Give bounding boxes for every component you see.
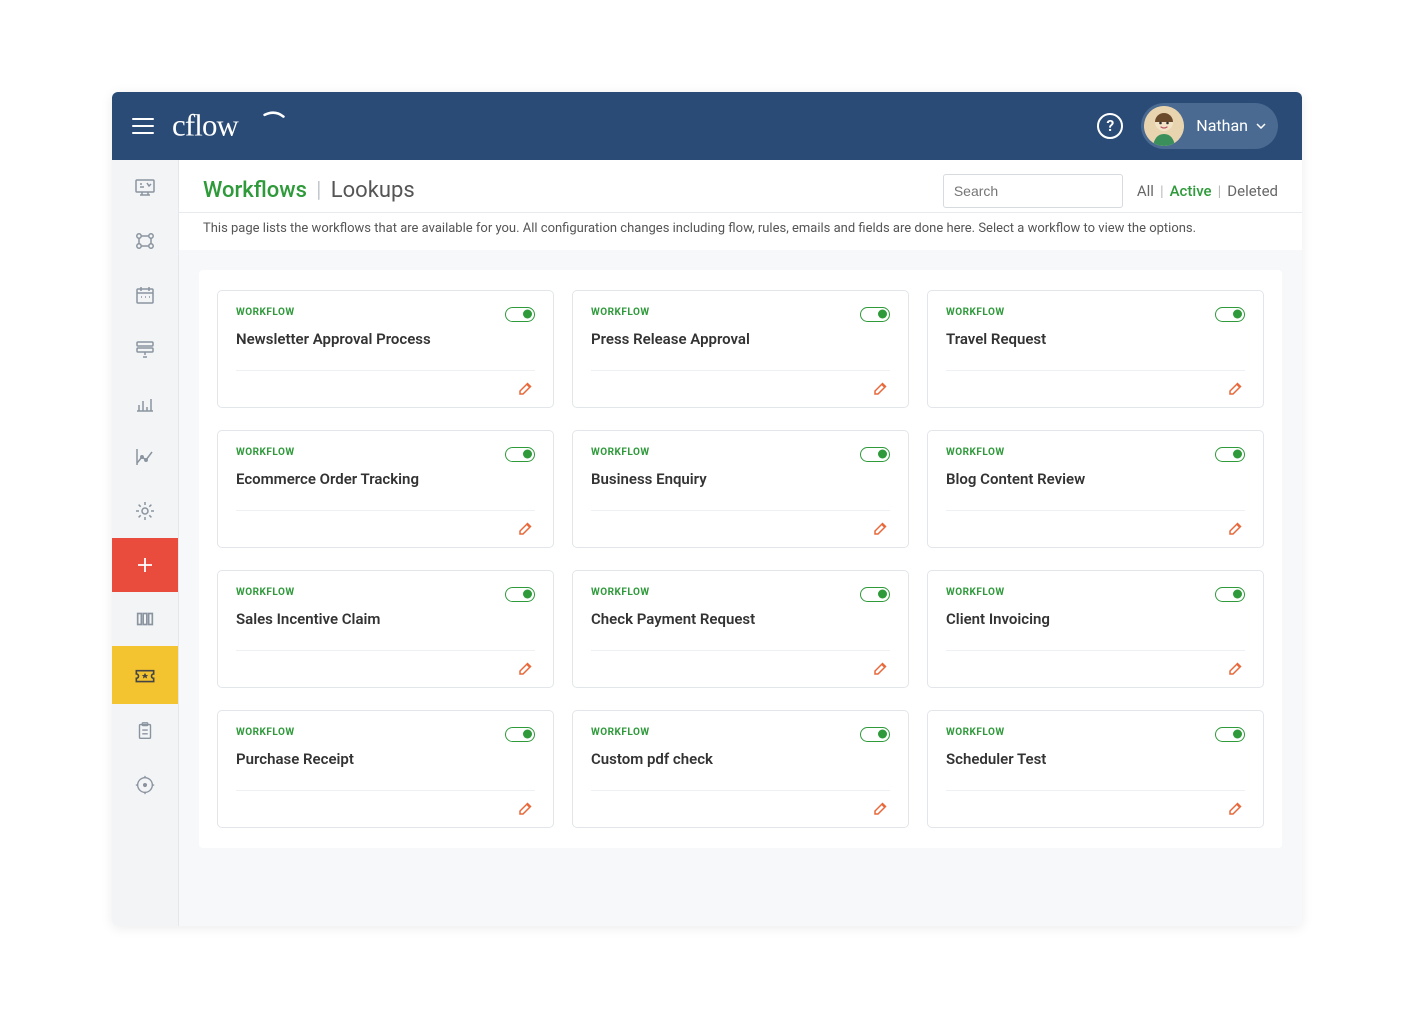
- sidebar-add[interactable]: [112, 538, 178, 592]
- workflow-name: Custom pdf check: [591, 750, 890, 768]
- menu-toggle[interactable]: [132, 115, 154, 137]
- workflow-name: Sales Incentive Claim: [236, 610, 535, 628]
- workflow-card[interactable]: WORKFLOW Business Enquiry: [572, 430, 909, 548]
- sidebar-columns[interactable]: [112, 592, 178, 646]
- workflow-card[interactable]: WORKFLOW Ecommerce Order Tracking: [217, 430, 554, 548]
- workflow-toggle[interactable]: [860, 727, 890, 742]
- sidebar: [112, 160, 179, 926]
- workflow-card[interactable]: WORKFLOW Client Invoicing: [927, 570, 1264, 688]
- help-button[interactable]: ?: [1097, 113, 1123, 139]
- workflow-toggle[interactable]: [1215, 447, 1245, 462]
- edit-icon[interactable]: [872, 519, 890, 537]
- workflow-name: Travel Request: [946, 330, 1245, 348]
- filter-all[interactable]: All: [1137, 182, 1154, 200]
- workflow-card[interactable]: WORKFLOW Newsletter Approval Process: [217, 290, 554, 408]
- workflow-toggle[interactable]: [505, 447, 535, 462]
- workflow-card[interactable]: WORKFLOW Blog Content Review: [927, 430, 1264, 548]
- workflow-toggle[interactable]: [860, 587, 890, 602]
- search-input[interactable]: [954, 183, 1135, 199]
- workflow-toggle[interactable]: [860, 307, 890, 322]
- card-type-label: WORKFLOW: [591, 727, 650, 738]
- edit-icon[interactable]: [517, 659, 535, 677]
- filter-deleted[interactable]: Deleted: [1227, 182, 1278, 200]
- card-type-label: WORKFLOW: [946, 727, 1005, 738]
- workflow-toggle[interactable]: [1215, 727, 1245, 742]
- workflow-card[interactable]: WORKFLOW Press Release Approval: [572, 290, 909, 408]
- workflow-toggle[interactable]: [505, 587, 535, 602]
- filter-active[interactable]: Active: [1170, 182, 1212, 200]
- card-type-label: WORKFLOW: [236, 727, 295, 738]
- workflow-grid: WORKFLOWNewsletter Approval ProcessWORKF…: [199, 270, 1282, 848]
- card-type-label: WORKFLOW: [591, 587, 650, 598]
- page-description: This page lists the workflows that are a…: [179, 213, 1302, 250]
- edit-icon[interactable]: [1227, 519, 1245, 537]
- edit-icon[interactable]: [517, 519, 535, 537]
- search-box[interactable]: [943, 174, 1123, 208]
- avatar: [1144, 106, 1184, 146]
- sidebar-clipboard[interactable]: [112, 704, 178, 758]
- sidebar-ticket[interactable]: [112, 646, 178, 704]
- filter-tabs: All | Active | Deleted: [1137, 182, 1278, 200]
- edit-icon[interactable]: [872, 799, 890, 817]
- sidebar-calendar[interactable]: [112, 268, 178, 322]
- workflow-card[interactable]: WORKFLOW Travel Request: [927, 290, 1264, 408]
- card-type-label: WORKFLOW: [591, 447, 650, 458]
- workflow-card[interactable]: WORKFLOW Scheduler Test: [927, 710, 1264, 828]
- sidebar-dashboard[interactable]: [112, 160, 178, 214]
- workflow-toggle[interactable]: [860, 447, 890, 462]
- card-type-label: WORKFLOW: [236, 307, 295, 318]
- workflow-name: Newsletter Approval Process: [236, 330, 535, 348]
- workflow-name: Client Invoicing: [946, 610, 1245, 628]
- workflow-toggle[interactable]: [1215, 587, 1245, 602]
- workflow-name: Scheduler Test: [946, 750, 1245, 768]
- card-type-label: WORKFLOW: [591, 307, 650, 318]
- chevron-down-icon: [1256, 123, 1266, 129]
- workflow-card[interactable]: WORKFLOW Sales Incentive Claim: [217, 570, 554, 688]
- main-content: Workflows | Lookups All | Active | Delet…: [179, 160, 1302, 926]
- workflow-name: Purchase Receipt: [236, 750, 535, 768]
- workflow-name: Check Payment Request: [591, 610, 890, 628]
- app-frame: cflow ? Nathan: [112, 92, 1302, 926]
- sidebar-settings[interactable]: [112, 484, 178, 538]
- card-type-label: WORKFLOW: [946, 447, 1005, 458]
- app-logo: cflow: [172, 107, 292, 145]
- workflow-card[interactable]: WORKFLOW Purchase Receipt: [217, 710, 554, 828]
- edit-icon[interactable]: [872, 659, 890, 677]
- main-header: Workflows | Lookups All | Active | Delet…: [179, 160, 1302, 213]
- user-menu[interactable]: Nathan: [1141, 103, 1278, 149]
- workflow-name: Blog Content Review: [946, 470, 1245, 488]
- sidebar-flow[interactable]: [112, 214, 178, 268]
- edit-icon[interactable]: [517, 799, 535, 817]
- card-type-label: WORKFLOW: [946, 307, 1005, 318]
- workflow-name: Business Enquiry: [591, 470, 890, 488]
- workflow-toggle[interactable]: [505, 307, 535, 322]
- card-type-label: WORKFLOW: [236, 587, 295, 598]
- edit-icon[interactable]: [517, 379, 535, 397]
- page-title: Workflows | Lookups: [203, 178, 415, 203]
- sidebar-analytics[interactable]: [112, 430, 178, 484]
- workflow-card[interactable]: WORKFLOW Check Payment Request: [572, 570, 909, 688]
- edit-icon[interactable]: [1227, 799, 1245, 817]
- workflow-toggle[interactable]: [1215, 307, 1245, 322]
- page-title-main: Workflows: [203, 178, 307, 203]
- sidebar-chart[interactable]: [112, 376, 178, 430]
- card-type-label: WORKFLOW: [236, 447, 295, 458]
- workflow-name: Press Release Approval: [591, 330, 890, 348]
- topbar: cflow ? Nathan: [112, 92, 1302, 160]
- edit-icon[interactable]: [1227, 659, 1245, 677]
- page-title-sub: Lookups: [331, 178, 415, 203]
- workflow-card[interactable]: WORKFLOW Custom pdf check: [572, 710, 909, 828]
- workflow-name: Ecommerce Order Tracking: [236, 470, 535, 488]
- edit-icon[interactable]: [1227, 379, 1245, 397]
- user-name: Nathan: [1196, 116, 1248, 135]
- edit-icon[interactable]: [872, 379, 890, 397]
- sidebar-db[interactable]: [112, 322, 178, 376]
- workflow-toggle[interactable]: [505, 727, 535, 742]
- sidebar-target[interactable]: [112, 758, 178, 812]
- card-type-label: WORKFLOW: [946, 587, 1005, 598]
- svg-text:cflow: cflow: [172, 108, 240, 142]
